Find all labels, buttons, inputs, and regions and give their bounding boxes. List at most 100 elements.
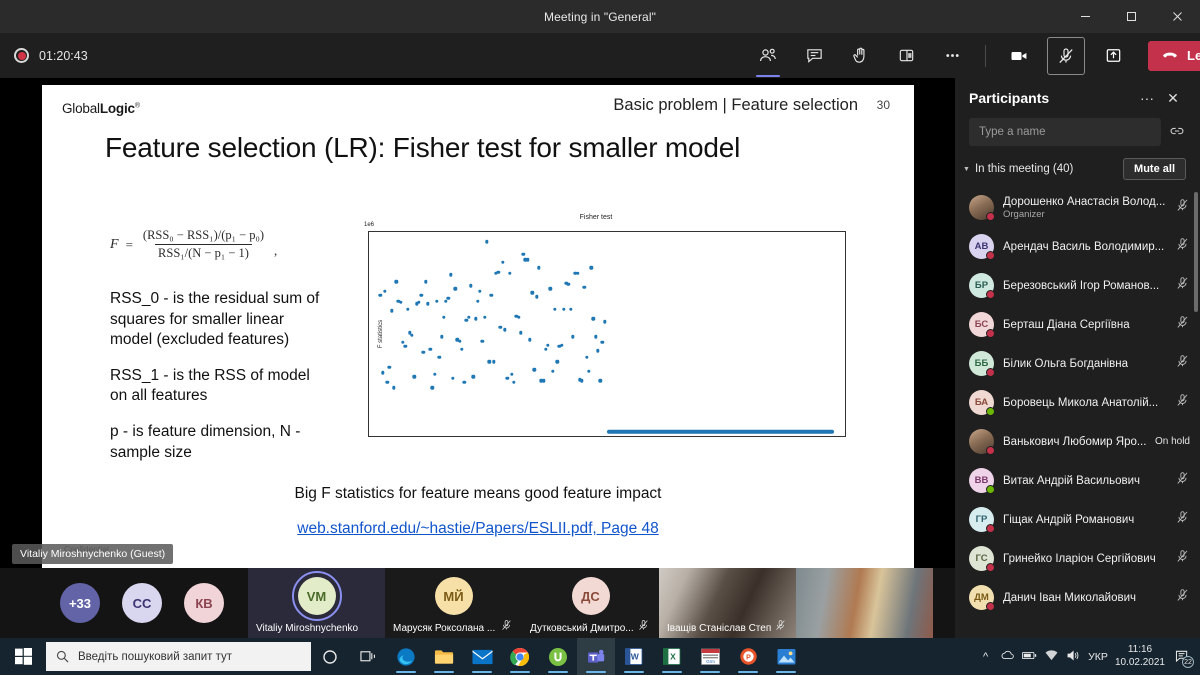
chart-data-point — [469, 284, 472, 287]
panel-close-icon[interactable]: ✕ — [1160, 85, 1186, 111]
chart-data-point — [544, 347, 547, 350]
fisher-test-chart: Fisher test 1e6 F statistics features 0.… — [332, 213, 860, 473]
close-button[interactable] — [1154, 0, 1200, 33]
participant-row[interactable]: БРБерезовський Ігор Романов... — [955, 266, 1200, 305]
chart-data-point — [474, 317, 477, 320]
microphone-muted-icon[interactable] — [1174, 237, 1190, 256]
chart-data-point — [383, 290, 386, 293]
chrome-icon[interactable] — [501, 638, 539, 675]
toolbar-divider — [985, 45, 986, 67]
video-tile[interactable] — [796, 568, 933, 638]
participant-row[interactable]: Дорошенко Анастасія Волод...Organizer — [955, 188, 1200, 227]
powerpoint-icon[interactable]: P — [729, 638, 767, 675]
maximize-button[interactable] — [1108, 0, 1154, 33]
battery-icon[interactable] — [1022, 651, 1037, 663]
participant-row[interactable]: БС Берташ Діана Сергіївна — [955, 305, 1200, 344]
roster-avatar[interactable]: СС — [122, 583, 162, 623]
video-tile[interactable]: Іващів Станіслав Степ... — [659, 568, 796, 638]
leave-main[interactable]: Leave — [1148, 41, 1200, 71]
participants-scrollbar[interactable] — [1194, 192, 1198, 312]
participants-list[interactable]: Дорошенко Анастасія Волод...OrganizerАВА… — [955, 188, 1200, 612]
grammarly-icon[interactable]: Grm — [691, 638, 729, 675]
chat-icon[interactable] — [796, 38, 832, 74]
participant-row[interactable]: АВАрендач Василь Володимир... — [955, 227, 1200, 266]
windows-start-icon[interactable] — [0, 638, 46, 675]
participant-row[interactable]: ВВВитак Андрій Васильович — [955, 461, 1200, 500]
video-tile[interactable]: ДСДутковський Дмитро... — [522, 568, 659, 638]
more-options-icon[interactable] — [934, 38, 970, 74]
chart-data-point — [485, 240, 488, 243]
teams-icon[interactable] — [577, 638, 615, 675]
edge-icon[interactable] — [387, 638, 425, 675]
microphone-muted-icon[interactable] — [1174, 276, 1190, 295]
photos-icon[interactable] — [767, 638, 805, 675]
cloud-icon[interactable] — [1000, 650, 1015, 663]
utorrent-icon[interactable] — [539, 638, 577, 675]
shared-content-stage[interactable]: GlobalLogic® Basic problem | Feature sel… — [0, 78, 955, 568]
share-content-icon[interactable] — [1095, 38, 1131, 74]
participant-name: Берташ Діана Сергіївна — [1003, 319, 1165, 331]
network-icon[interactable] — [1044, 650, 1059, 664]
microphone-muted-icon[interactable] — [1174, 588, 1190, 607]
microphone-muted-icon[interactable] — [1174, 393, 1190, 412]
microphone-muted-icon[interactable] — [1047, 37, 1085, 75]
presence-indicator — [986, 563, 995, 572]
microphone-muted-icon[interactable] — [1174, 549, 1190, 568]
participant-avatar: БА — [969, 390, 994, 415]
chart-data-point — [585, 356, 588, 359]
notification-count-badge: 22 — [1182, 656, 1194, 668]
participants-filmstrip: +33 СС КВ VMVitaliy Miroshnychenko (G...МЙ… — [0, 568, 955, 638]
tile-participant-name: Дутковський Дмитро... — [530, 623, 634, 634]
microphone-muted-icon[interactable] — [1174, 198, 1190, 217]
video-tile[interactable]: МЙМарусяк Роксолана ... — [385, 568, 522, 638]
microphone-muted-icon[interactable] — [1174, 354, 1190, 373]
tray-chevron-up-icon[interactable]: ^ — [978, 651, 993, 663]
participant-name: Боровець Микола Анатолій... — [1003, 397, 1165, 409]
file-explorer-icon[interactable] — [425, 638, 463, 675]
roster-avatar[interactable]: +33 — [60, 583, 100, 623]
taskbar-search-placeholder: Введіть пошуковий запит тут — [78, 651, 232, 663]
minimize-button[interactable] — [1062, 0, 1108, 33]
presence-indicator — [986, 290, 995, 299]
presence-indicator — [986, 407, 995, 416]
video-tile[interactable]: VMVitaliy Miroshnychenko (G... — [248, 568, 385, 638]
share-invite-link-icon[interactable] — [1168, 124, 1186, 140]
roster-avatar[interactable]: КВ — [184, 583, 224, 623]
formula-lhs: F — [110, 237, 119, 253]
raise-hand-icon[interactable] — [842, 38, 878, 74]
taskbar-search-box[interactable]: Введіть пошуковий запит тут — [46, 642, 311, 671]
camera-icon[interactable] — [1001, 38, 1037, 74]
participant-row[interactable]: БА Боровець Микола Анатолій... — [955, 383, 1200, 422]
chart-data-point — [492, 360, 495, 363]
participant-row[interactable]: БББілик Ольга Богданівна — [955, 344, 1200, 383]
microphone-muted-icon[interactable] — [1174, 471, 1190, 490]
cortana-icon[interactable] — [311, 638, 349, 675]
mail-icon[interactable] — [463, 638, 501, 675]
panel-more-options-icon[interactable]: ··· — [1134, 85, 1160, 111]
volume-icon[interactable] — [1066, 650, 1081, 664]
chevron-down-icon[interactable]: ▼ — [963, 166, 970, 173]
participant-name-wrap: Ванькович Любомир Яро... — [1003, 436, 1146, 448]
participant-row[interactable]: ГСГринейко Іларіон Сергійович — [955, 539, 1200, 578]
people-icon[interactable] — [750, 38, 786, 74]
leave-button[interactable]: Leave — [1148, 41, 1200, 71]
record-icon — [14, 48, 29, 63]
participant-avatar: БС — [969, 312, 994, 337]
slide-source-link[interactable]: web.stanford.edu/~hastie/Papers/ESLII.pd… — [42, 520, 914, 538]
notification-center-icon[interactable]: 22 — [1172, 649, 1192, 665]
taskbar-clock[interactable]: 11:16 10.02.2021 — [1115, 644, 1165, 669]
task-view-icon[interactable] — [349, 638, 387, 675]
keyboard-language-indicator[interactable]: УКР — [1088, 651, 1108, 663]
participant-row[interactable]: ДМДанич Іван Миколайович — [955, 578, 1200, 612]
word-icon[interactable]: W — [615, 638, 653, 675]
slide-caption: Big F statistics for feature means good … — [42, 485, 914, 503]
microphone-muted-icon[interactable] — [1174, 510, 1190, 529]
mute-all-button[interactable]: Mute all — [1123, 158, 1186, 180]
participant-row[interactable]: Ванькович Любомир Яро...On hold — [955, 422, 1200, 461]
excel-icon[interactable]: X — [653, 638, 691, 675]
breakout-rooms-icon[interactable] — [888, 38, 924, 74]
microphone-muted-icon[interactable] — [1174, 315, 1190, 334]
search-input[interactable] — [969, 118, 1161, 146]
chart-data-point — [392, 386, 395, 389]
participant-row[interactable]: ГРГіщак Андрій Романович — [955, 500, 1200, 539]
